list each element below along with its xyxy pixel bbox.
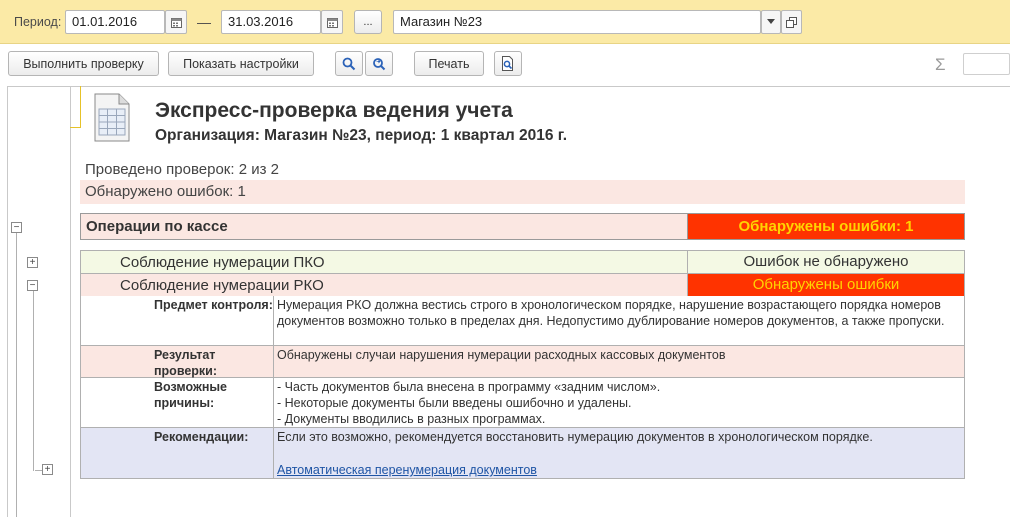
sum-field — [963, 53, 1010, 75]
checks-done-summary: Проведено проверок: 2 из 2 — [85, 161, 279, 178]
chevron-down-icon — [767, 19, 775, 24]
detail-row-causes: Возможные причины: - Часть документов бы… — [80, 378, 965, 428]
cause-item: - Документы вводились в разных программа… — [277, 412, 546, 426]
check-name: Соблюдение нумерации РКО — [120, 277, 324, 294]
cause-item: - Некоторые документы были введены ошибо… — [277, 396, 632, 410]
detail-label: Возможные причины: — [81, 378, 274, 427]
date-to-input[interactable]: 31.03.2016 — [221, 10, 321, 34]
collapse-check-toggle[interactable]: − — [27, 280, 38, 291]
open-window-icon — [786, 16, 797, 28]
check-name: Соблюдение нумерации ПКО — [120, 254, 325, 271]
organization-open-button[interactable] — [781, 10, 802, 34]
sum-icon: Σ — [935, 55, 946, 74]
report-header-marker — [70, 86, 81, 128]
auto-renumber-link[interactable]: Автоматическая перенумерация документов — [277, 463, 537, 477]
print-preview-icon — [502, 56, 513, 71]
expand-check-toggle[interactable]: + — [27, 257, 38, 268]
detail-value: Обнаружены случаи нарушения нумерации ра… — [277, 348, 726, 362]
detail-row-result: Результат проверки: Обнаружены случаи на… — [80, 346, 965, 378]
period-dash: — — [197, 14, 211, 30]
tree-line — [33, 291, 34, 471]
check-status: Обнаружены ошибки — [687, 274, 964, 296]
find-button[interactable] — [335, 51, 363, 76]
print-preview-button[interactable] — [494, 51, 522, 76]
detail-label: Результат проверки: — [81, 346, 274, 378]
detail-value: Нумерация РКО должна вестись строго в хр… — [277, 298, 945, 328]
section-status-badge: Обнаружены ошибки: 1 — [687, 214, 964, 239]
expand-details-toggle[interactable]: + — [42, 464, 53, 475]
run-check-button[interactable]: Выполнить проверку — [8, 51, 159, 76]
search-next-icon — [373, 57, 386, 70]
detail-row-subject: Предмет контроля: Нумерация РКО должна в… — [80, 296, 965, 346]
check-row-rko[interactable]: Соблюдение нумерации РКО Обнаружены ошиб… — [80, 273, 965, 297]
report-title: Экспресс-проверка ведения учета — [155, 99, 513, 122]
calendar-icon — [170, 17, 182, 28]
errors-found-summary: Обнаружено ошибок: 1 — [80, 180, 965, 204]
cause-item: - Часть документов была внесена в програ… — [277, 380, 661, 394]
calendar-from-button[interactable] — [165, 10, 187, 34]
report-document-icon — [91, 91, 133, 146]
organization-dropdown-button[interactable] — [761, 10, 781, 34]
section-cash-operations: Операции по кассе Обнаружены ошибки: 1 — [80, 213, 965, 240]
check-status: Ошибок не обнаружено — [687, 251, 964, 273]
period-label: Период: — [14, 15, 62, 29]
check-row-pko[interactable]: Соблюдение нумерации ПКО Ошибок не обнар… — [80, 250, 965, 274]
tree-line — [16, 233, 17, 517]
report-subtitle: Организация: Магазин №23, период: 1 квар… — [155, 127, 568, 144]
detail-value: - Часть документов была внесена в програ… — [277, 379, 957, 427]
search-icon — [342, 57, 356, 70]
detail-label: Рекомендации: — [81, 428, 274, 478]
section-name: Операции по кассе — [86, 218, 228, 235]
date-from-input[interactable]: 01.01.2016 — [65, 10, 165, 34]
print-button[interactable]: Печать — [414, 51, 484, 76]
calendar-to-button[interactable] — [321, 10, 343, 34]
find-next-button[interactable] — [365, 51, 393, 76]
tree-gutter-divider — [70, 86, 71, 517]
show-settings-button[interactable]: Показать настройки — [168, 51, 314, 76]
organization-input[interactable]: Магазин №23 — [393, 10, 761, 34]
calendar-icon — [326, 17, 338, 28]
filter-bar: Период: 01.01.2016 — 31.03.2016 ... Мага… — [0, 0, 1010, 44]
detail-row-recommendations: Рекомендации: Если это возможно, рекомен… — [80, 428, 965, 479]
period-select-button[interactable]: ... — [354, 10, 382, 34]
collapse-section-toggle[interactable]: − — [11, 222, 22, 233]
detail-label: Предмет контроля: — [81, 296, 274, 345]
detail-value: Если это возможно, рекомендуется восстан… — [277, 429, 957, 478]
recommendation-text: Если это возможно, рекомендуется восстан… — [277, 430, 873, 444]
